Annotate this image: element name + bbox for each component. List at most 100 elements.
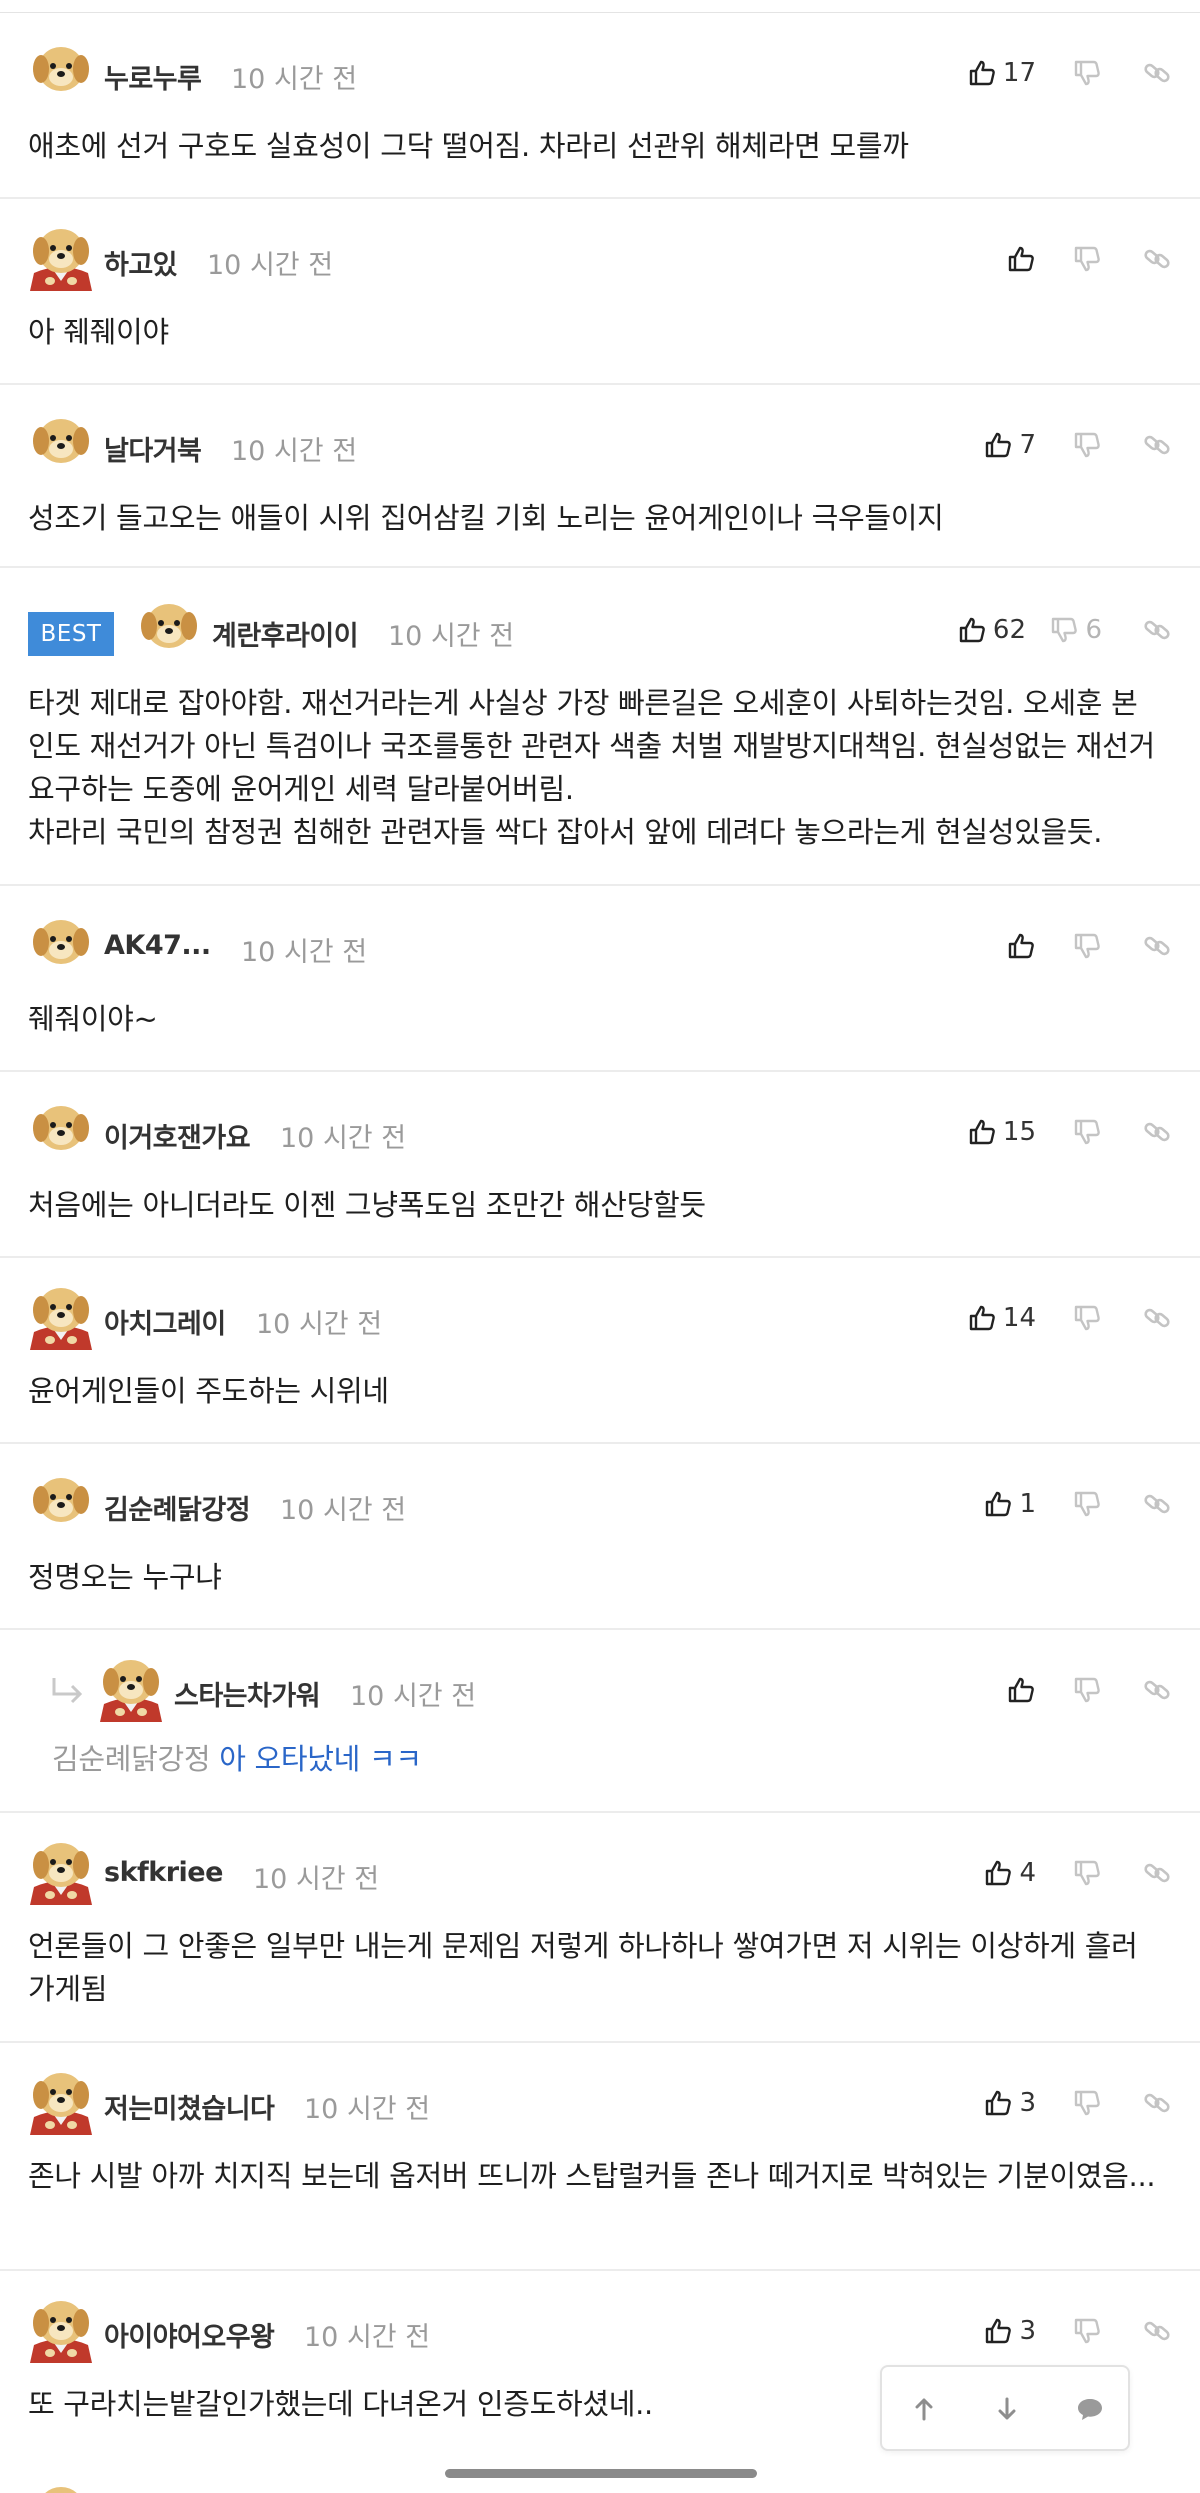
author-nickname[interactable]: 스타는차가워 [174,1674,321,1713]
timestamp: 10 시간 전 [256,1309,383,1340]
like-button[interactable]: 62 [957,610,1026,650]
chat-button[interactable] [1068,2389,1112,2429]
avatar[interactable] [28,2293,94,2363]
like-button[interactable] [1006,926,1036,966]
timestamp: 10 시간 전 [280,1495,407,1526]
dislike-button[interactable] [1072,1853,1102,1893]
dislike-button[interactable] [1072,1670,1102,1710]
share-button[interactable] [1142,1484,1172,1524]
timestamp: 10 시간 전 [388,621,515,652]
author-nickname[interactable]: 누로누루 [104,57,202,96]
like-button[interactable]: 7 [983,425,1036,465]
dislike-button[interactable] [1072,2311,1102,2351]
thumbs-down-icon [1074,246,1100,272]
comment-header: skfkriee 10 시간 전 4 [28,1835,1172,1909]
link-icon [1144,936,1170,956]
timestamp: 10 시간 전 [231,436,358,467]
thumbs-down-icon [1074,60,1100,86]
dislike-button[interactable] [1072,239,1102,279]
avatar[interactable] [98,1652,164,1722]
like-button[interactable]: 1 [983,1484,1036,1524]
mention-tag[interactable]: 김순례닭강정 [52,1742,211,1776]
dislike-button[interactable] [1072,425,1102,465]
author-nickname[interactable]: 계란후라이이 [212,614,359,653]
link-icon [1144,63,1170,83]
author-nickname[interactable]: 저는미쳤습니다 [104,2087,275,2126]
comment-header: 아치그레이 10 시간 전 14 [28,1280,1172,1354]
share-button[interactable] [1142,1670,1172,1710]
comment-actions [932,239,1172,279]
comment-header: AK47... 10 시간 전 [28,908,1172,982]
link-icon [1144,620,1170,640]
share-button[interactable] [1142,2311,1172,2351]
avatar[interactable] [28,35,94,105]
comment-body: 존나 시발 아까 치지직 보는데 옵저버 뜨니까 스탑럴커들 존나 떼거지로 박… [28,2155,1160,2198]
timestamp: 10 시간 전 [350,1681,477,1712]
dislike-button[interactable] [1072,1112,1102,1152]
dislike-button[interactable] [1072,1298,1102,1338]
like-button[interactable]: 3 [983,2083,1036,2123]
comment-text: 언론들이 그 안좋은 일부만 내는게 문제임 저렇게 하나하나 쌓여가면 저 시… [28,1929,1138,2006]
author-nickname[interactable]: 아치그레이 [104,1302,226,1341]
share-button[interactable] [1142,610,1172,650]
dislike-button[interactable] [1072,2083,1102,2123]
share-button[interactable] [1142,2083,1172,2123]
author-nickname[interactable]: AK47... [104,930,211,961]
timestamp: 10 시간 전 [253,1864,380,1895]
share-button[interactable] [1142,1853,1172,1893]
author-nickname[interactable]: 날다거북 [104,429,202,468]
avatar[interactable] [28,908,94,978]
like-count: 7 [1019,430,1036,460]
comment-item: 하고있 10 시간 전 아 줴줴이야 [0,199,1200,385]
scroll-up-button[interactable] [902,2389,946,2429]
scroll-down-button[interactable] [985,2389,1029,2429]
author-nickname[interactable]: 김순례닭강정 [104,1488,251,1527]
like-button[interactable]: 17 [967,53,1036,93]
share-button[interactable] [1142,53,1172,93]
comment-header: 아이야어오우왕 10 시간 전 3 [28,2293,1172,2367]
thumbs-down-icon [1052,617,1078,643]
dislike-button[interactable] [1072,1484,1102,1524]
thumbs-down-icon [1074,1677,1100,1703]
dislike-button[interactable] [1072,926,1102,966]
avatar[interactable] [28,407,94,477]
avatar[interactable] [136,592,202,662]
avatar[interactable] [28,221,94,291]
share-button[interactable] [1142,926,1172,966]
avatar[interactable] [28,1280,94,1350]
comment-actions: 62 6 [932,610,1172,650]
like-button[interactable]: 15 [967,1112,1036,1152]
link-icon [1144,435,1170,455]
like-count: 17 [1002,58,1036,88]
author-nickname[interactable]: 하고있 [104,243,178,282]
share-button[interactable] [1142,239,1172,279]
author-nickname[interactable]: skfkriee [104,1857,223,1888]
comment-header: 스타는차가워 10 시간 전 [28,1652,1172,1726]
dislike-button[interactable]: 6 [1049,610,1102,650]
comment-item: BEST 계란후라이이 10 시간 전 62 6 타겟 제대로 잡아야함. 재선… [0,568,1200,886]
avatar[interactable] [28,1094,94,1164]
avatar[interactable] [28,1466,94,1536]
comment-body: 처음에는 아니더라도 이젠 그냥폭도임 조만간 해산당할듯 [28,1184,1160,1227]
like-button[interactable] [1006,239,1036,279]
share-button[interactable] [1142,1112,1172,1152]
like-button[interactable]: 14 [967,1298,1036,1338]
comment-text: 처음에는 아니더라도 이젠 그냥폭도임 조만간 해산당할듯 [28,1188,706,1222]
like-button[interactable]: 4 [983,1853,1036,1893]
author-nickname[interactable]: 아이야어오우왕 [104,2315,275,2354]
timestamp: 10 시간 전 [207,250,334,281]
thumbs-up-icon [969,1305,995,1331]
comment-header: 계란후라이이 10 시간 전 62 6 [28,592,1172,666]
dislike-count: 6 [1085,615,1102,645]
home-indicator [445,2469,757,2478]
comment-text: 타겟 제대로 잡아야함. 재선거라는게 사실상 가장 빠른길은 오세훈이 사퇴하… [28,686,1155,806]
share-button[interactable] [1142,425,1172,465]
share-button[interactable] [1142,1298,1172,1338]
avatar[interactable] [28,1835,94,1905]
comment-body: 윤어게인들이 주도하는 시위네 [28,1370,1160,1413]
author-nickname[interactable]: 이거호잰가요 [104,1116,251,1155]
avatar[interactable] [28,2065,94,2135]
like-button[interactable] [1006,1670,1036,1710]
dislike-button[interactable] [1072,53,1102,93]
like-button[interactable]: 3 [983,2311,1036,2351]
